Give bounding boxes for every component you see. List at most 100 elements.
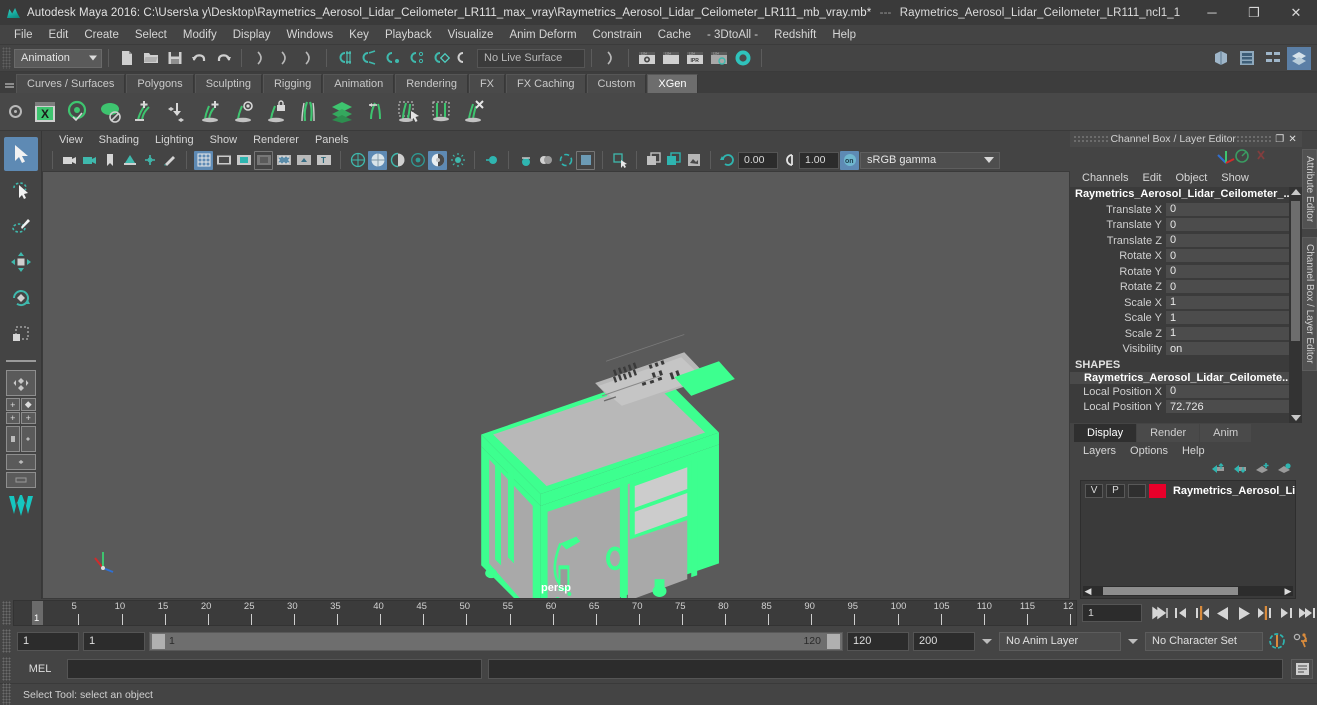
render-settings-icon[interactable]: 1234 [707,47,731,69]
menu-edit[interactable]: Edit [41,26,77,44]
layer-playback-toggle[interactable]: P [1106,483,1125,498]
menu-select[interactable]: Select [127,26,175,44]
xgen-add-guide-icon[interactable] [193,95,226,129]
channel-row-rotate-z[interactable]: Rotate Z 0 [1070,280,1289,296]
character-set-dropdown-arrow[interactable] [1125,638,1141,644]
layer-menu-options[interactable]: Options [1123,443,1175,459]
menu-help[interactable]: Help [824,26,864,44]
select-by-object-icon[interactable] [272,47,296,69]
channel-value[interactable]: 0 [1166,384,1289,399]
anim-layer-dropdown-arrow[interactable] [979,638,995,644]
film-gate-display-icon[interactable] [274,151,293,170]
lasso-select-tool-button[interactable] [4,173,38,207]
xgen-guide-visibility-icon[interactable] [226,95,259,129]
menu-cache[interactable]: Cache [650,26,699,44]
gamma-field[interactable]: 1.00 [799,151,839,169]
image-plane-icon[interactable] [120,151,139,170]
playback-end-time-field[interactable]: 120 [847,631,909,651]
render-sequence-icon[interactable] [664,151,683,170]
script-editor-icon[interactable] [1291,659,1313,679]
channel-box-menu-object[interactable]: Object [1168,170,1214,186]
xgen-delete-guide-icon[interactable] [457,95,490,129]
menu-redshift[interactable]: Redshift [766,26,824,44]
redo-icon[interactable] [211,47,235,69]
character-set-select[interactable]: No Character Set [1145,631,1263,651]
snap-to-point-icon[interactable] [381,47,405,69]
color-management-select[interactable]: sRGB gamma [860,151,1000,169]
paint-select-tool-button[interactable] [4,209,38,243]
menu-constrain[interactable]: Constrain [585,26,650,44]
channel-row-rotate-y[interactable]: Rotate Y 0 [1070,264,1289,280]
viewport-menu-renderer[interactable]: Renderer [246,132,306,148]
xgen-region-icon[interactable] [424,95,457,129]
layer-tab-display[interactable]: Display [1074,424,1137,442]
xgen-import-icon[interactable] [160,95,193,129]
range-slider[interactable]: 1 120 [149,631,843,651]
new-scene-icon[interactable] [115,47,139,69]
shelf-options-icon[interactable] [2,94,28,130]
move-layer-up-icon[interactable] [1211,462,1226,478]
xgen-preview-icon[interactable] [61,95,94,129]
exposure-select-icon[interactable] [610,151,629,170]
channel-value[interactable]: 0 [1166,218,1289,233]
dock-tab-channel-box[interactable]: Channel Box / Layer Editor [1302,237,1317,371]
select-by-hierarchy-icon[interactable] [248,47,272,69]
range-start-handle[interactable] [152,633,165,649]
render-region-icon[interactable] [644,151,663,170]
snap-to-curve-icon[interactable] [357,47,381,69]
xgen-length-icon[interactable] [358,95,391,129]
show-hide-channel-box-icon[interactable] [1287,46,1311,70]
channel-row-translate-z[interactable]: Translate Z 0 [1070,233,1289,249]
layer-list-hscrollbar[interactable]: ◀ ▶ [1083,586,1293,596]
command-language-label[interactable]: MEL [19,663,61,675]
time-slider-gripper[interactable] [2,601,11,625]
viewport-menu-show[interactable]: Show [203,132,245,148]
channel-box-scrollbar[interactable] [1289,187,1302,423]
xgen-lock-guide-icon[interactable] [259,95,292,129]
channel-box-menu-show[interactable]: Show [1214,170,1256,186]
scrollbar-thumb[interactable] [1291,201,1300,341]
two-d-pan-zoom-icon[interactable] [140,151,159,170]
grid-toggle-icon[interactable] [194,150,213,170]
menu-anim-deform[interactable]: Anim Deform [501,26,584,44]
menu-key[interactable]: Key [341,26,377,44]
film-gate-icon[interactable] [214,151,233,170]
layer-visibility-toggle[interactable]: V [1085,483,1104,498]
range-end-handle[interactable] [827,633,840,649]
channel-value[interactable]: on [1166,342,1289,357]
auto-keyframe-icon[interactable] [1267,630,1287,652]
channel-box-menu-edit[interactable]: Edit [1135,170,1168,186]
camera-attributes-icon[interactable] [80,151,99,170]
animation-start-time-field[interactable]: 1 [17,631,79,651]
use-all-lights-icon[interactable] [408,151,427,170]
status-bar-gripper[interactable] [2,682,11,705]
bookmark-icon[interactable] [100,151,119,170]
hypershade-icon[interactable] [731,47,755,69]
channel-value[interactable]: 0 [1166,233,1289,248]
channel-value[interactable]: 0 [1166,249,1289,264]
ipr-render-icon[interactable]: 1234 IPR [683,47,707,69]
anim-layer-select[interactable]: No Anim Layer [999,631,1121,651]
shelf-tab-fx-caching[interactable]: FX Caching [506,74,586,93]
viewport-menu-view[interactable]: View [52,132,90,148]
scroll-down-icon[interactable] [1290,415,1301,421]
shelf-tab-curves-surfaces[interactable]: Curves / Surfaces [16,74,126,93]
motion-blur-icon[interactable] [482,151,501,170]
snap-to-grid-icon[interactable] [333,47,357,69]
layer-display-type-toggle[interactable] [1127,483,1146,498]
xray-joints-icon[interactable] [556,151,575,170]
range-row-gripper[interactable] [2,629,11,653]
viewport-3d-canvas[interactable] [43,172,1069,598]
xgen-select-guides-icon[interactable] [391,95,424,129]
scroll-left-icon[interactable]: ◀ [1083,586,1093,597]
shelf-tab-sculpting[interactable]: Sculpting [194,74,262,93]
layer-name[interactable]: Raymetrics_Aerosol_Lida [1169,485,1295,497]
channel-value[interactable]: 0 [1166,264,1289,279]
layer-menu-help[interactable]: Help [1175,443,1212,459]
channel-value[interactable]: 0 [1166,280,1289,295]
rotate-tool-button[interactable] [4,281,38,315]
render-current-frame-icon[interactable]: 1234 [635,47,659,69]
animation-preferences-icon[interactable] [1291,630,1311,652]
shade-wireframe-icon[interactable] [388,151,407,170]
channel-row-rotate-x[interactable]: Rotate X 0 [1070,249,1289,265]
